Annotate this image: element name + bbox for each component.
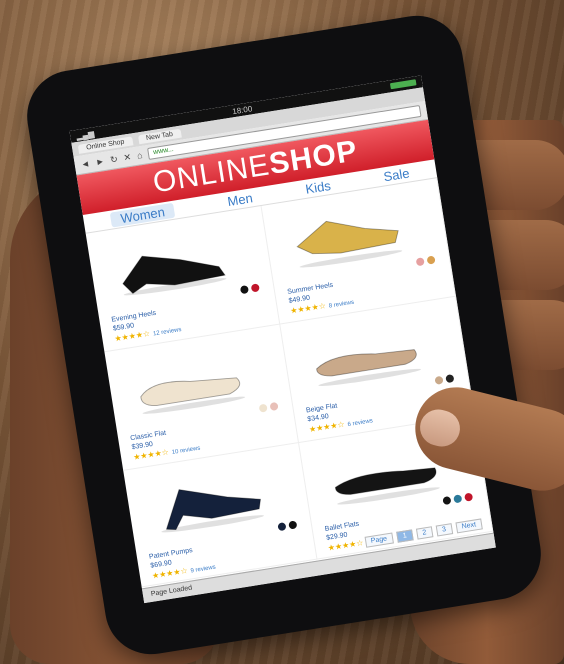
back-icon[interactable]: ◄ xyxy=(80,158,90,169)
product-name[interactable]: Evening Heels xyxy=(111,310,157,324)
shoe-image[interactable] xyxy=(127,348,254,418)
color-swatch[interactable] xyxy=(288,520,298,530)
color-swatch[interactable] xyxy=(258,403,268,413)
shoe-image[interactable] xyxy=(108,230,235,300)
color-swatch[interactable] xyxy=(442,495,452,506)
reload-icon[interactable]: ↻ xyxy=(109,153,118,165)
product-name[interactable]: Summer Heels xyxy=(287,282,334,296)
nav-men[interactable]: Men xyxy=(226,190,253,209)
color-swatch[interactable] xyxy=(415,257,425,267)
review-count[interactable]: 9 reviews xyxy=(190,565,216,575)
phone-screen: ▂▄▆ 18:00 Online Shop New Tab ◄ ► ↻ ✕ ⌂ … xyxy=(69,75,496,604)
shoe-image[interactable] xyxy=(303,320,430,390)
shoe-image[interactable] xyxy=(284,202,411,272)
review-count[interactable]: 6 reviews xyxy=(347,418,373,428)
color-swatches xyxy=(434,374,455,385)
photo-scene: ▂▄▆ 18:00 Online Shop New Tab ◄ ► ↻ ✕ ⌂ … xyxy=(0,0,564,664)
phone-body: ▂▄▆ 18:00 Online Shop New Tab ◄ ► ↻ ✕ ⌂ … xyxy=(20,9,548,661)
product-name[interactable]: Beige Flat xyxy=(306,403,338,415)
color-swatch[interactable] xyxy=(269,401,279,412)
color-swatch[interactable] xyxy=(453,494,463,504)
shoe-image[interactable] xyxy=(146,467,273,537)
nav-kids[interactable]: Kids xyxy=(304,177,331,196)
color-swatches xyxy=(442,492,474,506)
review-count[interactable]: 10 reviews xyxy=(171,446,200,456)
color-swatch[interactable] xyxy=(445,374,455,384)
home-icon[interactable]: ⌂ xyxy=(136,150,143,161)
color-swatch[interactable] xyxy=(239,285,249,295)
forward-icon[interactable]: ► xyxy=(95,156,105,167)
color-swatch[interactable] xyxy=(426,255,436,265)
review-count[interactable]: 8 reviews xyxy=(329,300,355,310)
product-name[interactable]: Classic Flat xyxy=(130,430,167,443)
product-name[interactable]: Ballet Flats xyxy=(324,521,359,533)
nav-sale[interactable]: Sale xyxy=(382,165,410,184)
color-swatches xyxy=(277,520,298,532)
smartphone: ▂▄▆ 18:00 Online Shop New Tab ◄ ► ↻ ✕ ⌂ … xyxy=(20,9,548,661)
color-swatch[interactable] xyxy=(434,375,444,385)
review-count[interactable]: 12 reviews xyxy=(153,327,182,337)
color-swatch[interactable] xyxy=(250,283,260,293)
close-icon[interactable]: ✕ xyxy=(123,151,132,163)
color-swatches xyxy=(258,401,279,413)
color-swatch[interactable] xyxy=(277,522,287,532)
color-swatches xyxy=(415,255,436,267)
color-swatch[interactable] xyxy=(464,492,474,502)
color-swatches xyxy=(239,283,260,295)
